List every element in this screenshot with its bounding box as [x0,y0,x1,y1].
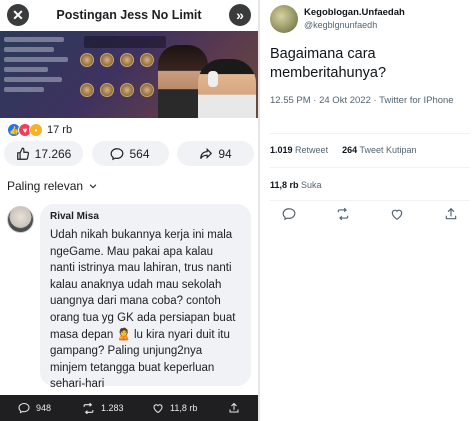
retweet-stat[interactable]: 1.019 Retweet [270,145,328,155]
retweet-stat-label: Retweet [295,145,329,155]
comment-text: Udah nikah bukannya kerja ini mala ngeGa… [50,229,236,391]
close-icon: ✕ [12,6,24,23]
retweet-icon [83,402,94,414]
comment-bubble: Rival Misa Udah nikah bukannya kerja ini… [40,204,251,390]
share-arrow-icon [200,147,213,159]
tweet-panel: Kegoblogan.Unfaedah @kegblgnunfaedh Baga… [260,0,474,421]
post-actions: 17.266 564 94 [4,141,254,166]
like-bottom-button[interactable]: 11,8 rb [152,402,197,414]
forward-button[interactable]: » [229,4,251,26]
quote-stat-label: Tweet Kutipan [359,145,417,155]
hero-icons-bottom [80,83,154,97]
reactions-count: 17 rb [47,124,73,136]
close-button[interactable]: ✕ [7,4,29,26]
reply-icon [18,402,30,414]
upload-icon [229,402,239,413]
tweet-text: Bagaimana cara memberitahunya? [270,46,387,81]
retweet-stat-number: 1.019 [270,145,293,155]
game-chat-box [84,36,166,48]
divider-line [270,133,470,134]
retweet-icon[interactable] [336,207,350,221]
like-stat-label: Suka [301,180,322,190]
screenshot-collage: ✕ Postingan Jess No Limit » 👍 ♥ • 17 rb … [0,0,474,421]
comment-sort-dropdown[interactable]: Paling relevan [7,179,98,193]
bottom-action-bar: 948 1.283 11,8 rb [0,395,258,421]
tweet-actions [282,207,458,221]
wow-reaction-icon: • [29,123,43,137]
like-stat-number: 11,8 rb [270,180,299,190]
tweet-stats: 1.019 Retweet 264 Tweet Kutipan [270,145,417,155]
tweet-meta: 12.55 PM · 24 Okt 2022 · Twitter for IPh… [270,95,454,106]
share-count: 94 [218,146,232,161]
post-header: ✕ Postingan Jess No Limit » [0,0,258,30]
double-chevron-right-icon: » [236,7,244,23]
like-stat[interactable]: 11,8 rb Suka [270,180,322,190]
share-button[interactable]: 94 [177,141,254,166]
post-title: Postingan Jess No Limit [56,8,202,22]
heart-icon[interactable] [390,207,404,221]
game-stream-video[interactable] [0,31,258,118]
reply-icon[interactable] [282,207,296,221]
reply-count: 948 [36,403,52,413]
hero-icons-top [80,53,154,67]
comment-count: 564 [129,146,150,161]
retweet-count: 1.283 [101,403,124,413]
like-bottom-count: 11,8 rb [170,403,198,413]
comment-button[interactable]: 564 [91,141,169,166]
divider-line [270,200,470,201]
comment-author[interactable]: Rival Misa [50,211,241,222]
tweet-author-handle[interactable]: @kegblgnunfaedh [304,20,377,30]
share-bottom-button[interactable] [228,402,240,414]
quote-stat-number: 264 [342,145,358,155]
streamer-man [198,59,256,118]
comment-icon [111,147,124,160]
headset-icon [208,71,218,87]
divider-line [270,167,470,168]
tweet-author-name[interactable]: Kegoblogan.Unfaedah [304,7,405,18]
chevron-down-icon [89,184,97,189]
reactions-summary[interactable]: 👍 ♥ • 17 rb [7,122,72,138]
commenter-avatar[interactable] [7,206,34,233]
retweet-button[interactable]: 1.283 [82,402,124,415]
share-icon[interactable] [444,207,458,221]
sort-label: Paling relevan [7,179,84,193]
reply-button[interactable]: 948 [18,402,51,414]
tweet-author-avatar[interactable] [270,5,298,33]
facebook-post-panel: ✕ Postingan Jess No Limit » 👍 ♥ • 17 rb … [0,0,258,421]
like-button[interactable]: 17.266 [4,141,83,166]
thumbs-up-icon [16,147,29,160]
heart-icon [153,404,163,414]
game-ui-overlay [4,37,72,109]
like-count: 17.266 [34,146,72,161]
quote-stat[interactable]: 264 Tweet Kutipan [342,145,416,155]
